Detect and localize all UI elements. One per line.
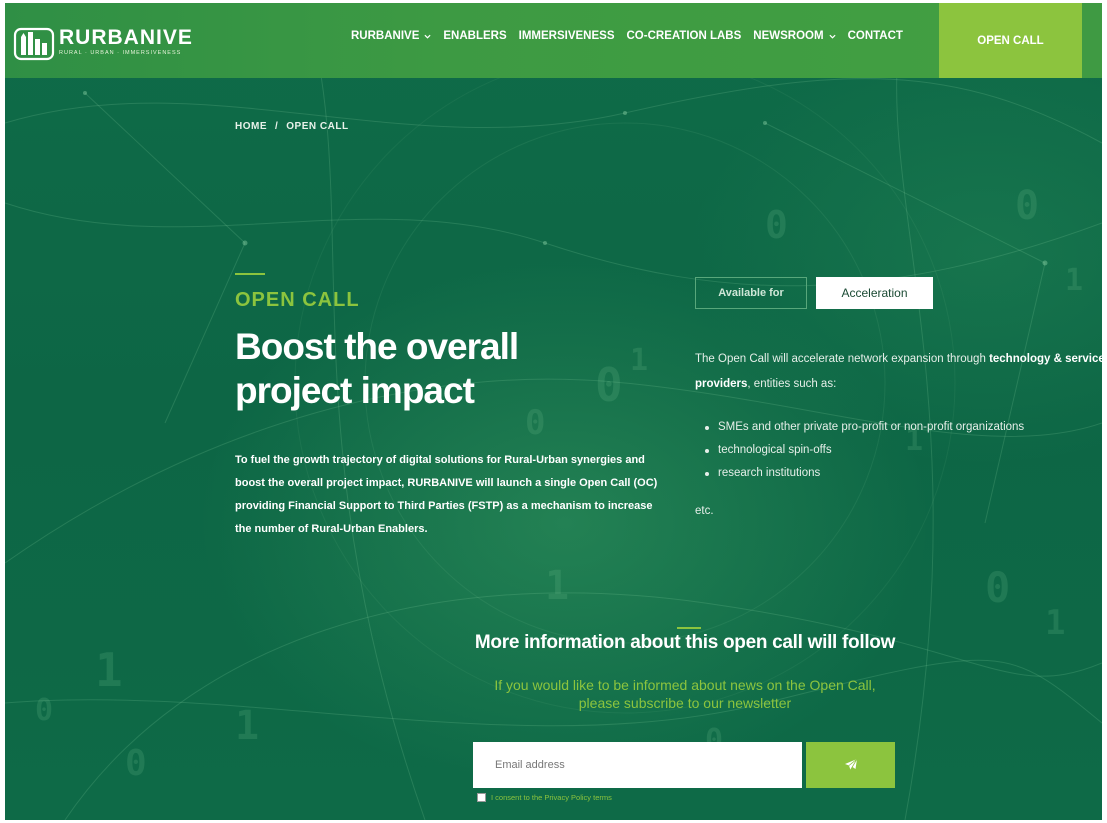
nav-item-label: IMMERSIVENESS: [518, 30, 615, 42]
subscribe-button[interactable]: [806, 742, 895, 788]
bullet-icon: [705, 448, 709, 453]
intro-bold-fstp: Financial Support to Third Parties (FSTP…: [288, 500, 504, 512]
nav-item-co-creation-labs[interactable]: CO-CREATION LABS: [627, 30, 742, 42]
nav-item-immersiveness[interactable]: IMMERSIVENESS: [519, 30, 615, 42]
newsletter-subtitle-line: If you would like to be informed about n…: [494, 677, 876, 693]
list-item: technological spin-offs: [705, 439, 1024, 462]
desc-text: The Open Call will accelerate network ex…: [695, 353, 990, 365]
list-item-text: SMEs and other private pro-profit or non…: [718, 421, 1025, 433]
page-frame: 0 1 0 0 1 0 1 1 0 0 1 0 1 1 0 RURBANIVE …: [5, 3, 1102, 820]
available-for-label: Available for: [695, 277, 807, 309]
city-building-icon: [13, 27, 55, 61]
site-header: RURBANIVE RURAL · URBAN · IMMERSIVENESS …: [5, 3, 1102, 78]
eyebrow-accent-line: [235, 273, 265, 275]
open-call-button[interactable]: OPEN CALL: [939, 3, 1082, 78]
nav-item-label: CONTACT: [847, 30, 903, 42]
intro-paragraph: To fuel the growth trajectory of digital…: [235, 449, 670, 541]
list-item: SMEs and other private pro-profit or non…: [705, 416, 1024, 439]
nav-item-rurbanive[interactable]: RURBANIVE: [351, 30, 431, 42]
list-item-text: research institutions: [718, 467, 821, 479]
list-item-text: technological spin-offs: [718, 444, 832, 456]
consent-row: I consent to the Privacy Policy terms: [477, 793, 612, 802]
bullet-icon: [705, 425, 709, 430]
breadcrumb-separator: /: [275, 121, 279, 132]
page-headline: Boost the overall project impact: [235, 326, 519, 411]
newsletter-accent-line: [677, 627, 701, 629]
etc-text: etc.: [695, 505, 714, 517]
entity-list: SMEs and other private pro-profit or non…: [705, 416, 1024, 485]
chevron-down-icon: [829, 34, 836, 39]
nav-item-contact[interactable]: CONTACT: [848, 30, 903, 42]
open-call-description: The Open Call will accelerate network ex…: [695, 347, 1102, 397]
nav-item-label: CO-CREATION LABS: [626, 30, 742, 42]
newsletter-subtitle: If you would like to be informed about n…: [385, 676, 985, 712]
breadcrumb-home[interactable]: HOME: [235, 121, 267, 132]
logo-tagline: RURAL · URBAN · IMMERSIVENESS: [59, 49, 182, 56]
chevron-down-icon: [424, 34, 431, 39]
logo-name: RURBANIVE: [59, 25, 193, 49]
section-eyebrow: OPEN CALL: [235, 289, 360, 311]
breadcrumb-current: OPEN CALL: [286, 121, 349, 132]
list-item: research institutions: [705, 462, 1024, 485]
newsletter-subtitle-line: please subscribe to our newsletter: [578, 695, 792, 711]
nav-item-label: ENABLERS: [443, 30, 507, 42]
bullet-icon: [705, 471, 709, 476]
email-field[interactable]: [473, 742, 802, 788]
acceleration-badge: Acceleration: [816, 277, 933, 309]
consent-label[interactable]: I consent to the Privacy Policy terms: [491, 793, 612, 802]
intro-bold-open-call: Open Call (OC): [579, 477, 658, 489]
nav-item-enablers[interactable]: ENABLERS: [443, 30, 506, 42]
nav-item-newsroom[interactable]: NEWSROOM: [753, 30, 836, 42]
consent-checkbox[interactable]: [477, 793, 486, 802]
intro-text: providing: [235, 500, 289, 512]
paper-plane-icon: [844, 758, 857, 771]
desc-text: , entities such as:: [747, 378, 837, 390]
breadcrumb: HOME / OPEN CALL: [235, 121, 349, 132]
nav-item-label: NEWSROOM: [753, 30, 824, 42]
logo[interactable]: RURBANIVE RURAL · URBAN · IMMERSIVENESS: [13, 21, 193, 61]
header-edge: [1082, 3, 1102, 78]
nav-item-label: RURBANIVE: [351, 30, 420, 42]
main-nav: RURBANIVE ENABLERS IMMERSIVENESS CO-CREA…: [351, 30, 915, 42]
newsletter-title: More information about this open call wi…: [474, 632, 896, 653]
